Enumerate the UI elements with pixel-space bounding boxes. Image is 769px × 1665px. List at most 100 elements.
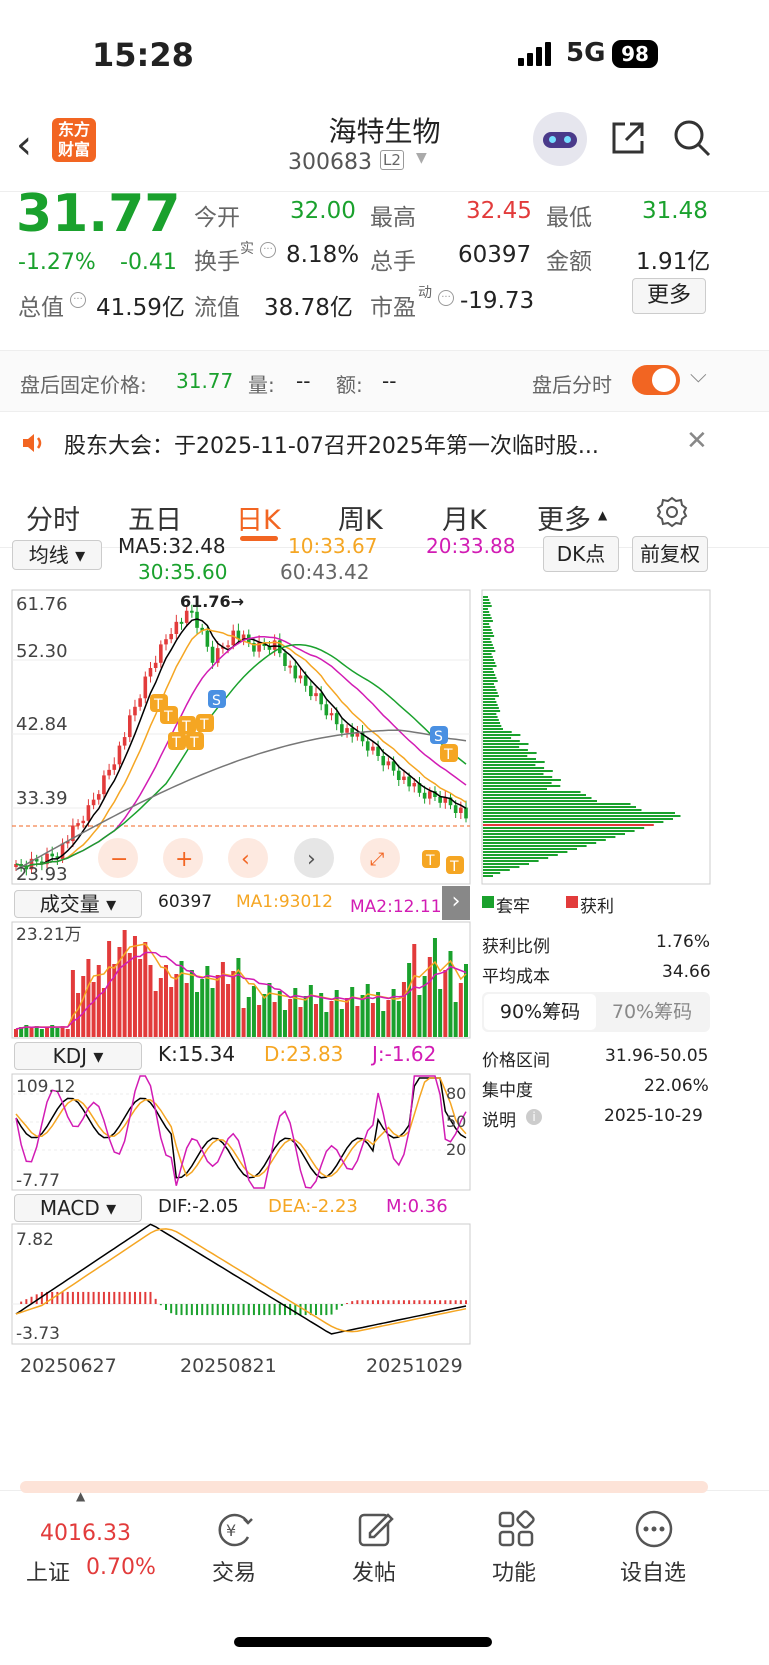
macd-bar (232, 1304, 235, 1316)
macd-bar (366, 1300, 369, 1304)
watchlist-label[interactable]: 设自选 (620, 1555, 686, 1587)
search-icon[interactable] (672, 118, 712, 158)
tab-zhouk[interactable]: 周K (338, 498, 383, 537)
index-change[interactable]: 0.70% (86, 1555, 156, 1580)
chip-bar (483, 704, 498, 706)
macd-bar (82, 1291, 85, 1304)
mktcap-value: 41.59亿 (96, 295, 185, 321)
candle-body (340, 724, 344, 733)
tab-rik[interactable]: 日K (236, 498, 281, 537)
kline-ylabel-0: 61.76 (16, 594, 68, 615)
chip-tab-70[interactable]: 70%筹码 (596, 994, 708, 1030)
gear-icon[interactable] (656, 496, 688, 528)
volume-bar (407, 963, 412, 1037)
candle-body (386, 761, 391, 766)
concentration: 22.06% (644, 1076, 709, 1096)
volume-bar (381, 1011, 386, 1037)
trade-icon[interactable]: ¥ (214, 1509, 254, 1549)
kdj-d: D:23.83 (264, 1042, 344, 1066)
chip-bar (483, 830, 635, 832)
chip-bar (483, 638, 491, 640)
info-icon[interactable]: ··· (438, 290, 454, 306)
volume-bar (355, 1006, 360, 1037)
volume-bar (303, 996, 308, 1037)
tab-yuek[interactable]: 月K (442, 498, 487, 537)
after-hours-label: 盘后固定价格: (20, 373, 147, 397)
macd-bar (402, 1300, 405, 1304)
chip-bar (483, 866, 520, 868)
candle-body (381, 756, 386, 766)
volume-bar (282, 1010, 287, 1037)
chip-bar (483, 854, 558, 856)
bottom-nav: ▲ 4016.33 上证 0.70% ¥ 交易 发帖 功能 设自选 (0, 1481, 769, 1665)
volume-bar (241, 1008, 246, 1037)
chip-bar (483, 743, 529, 745)
chip-bar (483, 800, 597, 802)
share-icon[interactable] (610, 120, 646, 156)
volume-bar (365, 984, 370, 1037)
post-label[interactable]: 发帖 (352, 1555, 396, 1587)
chevron-down-icon[interactable]: ⌵ (690, 363, 707, 388)
more-button[interactable]: 更多 (632, 278, 706, 314)
macd-selector-label: MACD (39, 1196, 100, 1220)
volume-bar (122, 930, 127, 1037)
candle-body (324, 704, 329, 716)
function-icon[interactable] (496, 1509, 536, 1549)
volume-value: 60397 (458, 242, 532, 268)
chip-tab-90[interactable]: 90%筹码 (484, 994, 596, 1030)
change-pct: -1.27% (18, 250, 96, 275)
pe-value: -19.73 (460, 288, 535, 314)
volume-bar (267, 983, 272, 1037)
tab-more[interactable]: 更多 (537, 498, 591, 537)
volume-bar (76, 993, 81, 1037)
chevron-down-icon[interactable]: ▼ (416, 150, 427, 166)
chip-bar (483, 779, 561, 781)
close-icon[interactable]: ✕ (686, 426, 708, 456)
function-label[interactable]: 功能 (492, 1555, 536, 1587)
macd-bar (428, 1300, 431, 1304)
more-dots-icon[interactable] (634, 1509, 674, 1549)
post-icon[interactable] (356, 1509, 396, 1549)
chip-tabs: 90%筹码 70%筹码 (482, 992, 710, 1032)
expand-icon: ⤢ (370, 849, 385, 870)
macd-bar (278, 1304, 281, 1316)
trade-label[interactable]: 交易 (212, 1555, 256, 1587)
info-icon[interactable]: ··· (260, 242, 276, 258)
index-name[interactable]: 上证 (26, 1555, 70, 1587)
tab-fenshi[interactable]: 分时 (26, 498, 80, 537)
chip-bar (483, 719, 499, 721)
chip-bar (483, 728, 503, 730)
chip-bar (483, 782, 552, 784)
macd-bar (351, 1301, 354, 1304)
notice-bar[interactable]: 股东大会：于2025-11-07召开2025年第一次临时股... ✕ (0, 412, 769, 478)
caret-up-icon: ▲ (76, 1489, 86, 1503)
volume-bar (101, 988, 106, 1037)
chip-bar (483, 617, 492, 619)
tab-wuri[interactable]: 五日 (128, 498, 182, 537)
volume-bar (39, 1029, 44, 1037)
after-hours-toggle[interactable] (632, 365, 680, 395)
chip-bar (483, 605, 492, 607)
volume-bar (29, 1028, 34, 1037)
volume-selector[interactable]: 成交量 ▾ (14, 890, 142, 918)
macd-bar (77, 1291, 80, 1304)
after-hours-bar: 盘后固定价格: 31.77 量: -- 额: -- 盘后分时 ⌵ (0, 350, 769, 412)
level-badge[interactable]: L2 (380, 150, 404, 170)
macd-bar (377, 1300, 380, 1304)
concentration-label: 集中度 (482, 1081, 533, 1101)
macd-bar (102, 1291, 105, 1304)
collapse-chip-icon[interactable]: › (442, 886, 470, 920)
robot-assistant-icon[interactable] (533, 112, 587, 166)
macd-selector[interactable]: MACD ▾ (14, 1194, 142, 1222)
index-value[interactable]: 4016.33 (40, 1521, 131, 1546)
info-icon[interactable]: ··· (70, 292, 86, 308)
macd-bar (325, 1304, 328, 1316)
chip-bar (483, 647, 495, 649)
volume-bar (288, 999, 293, 1037)
marker-t: T (199, 717, 209, 733)
active-tab-indicator (240, 536, 278, 541)
info-icon[interactable]: i (526, 1109, 542, 1125)
macd-bar (71, 1291, 74, 1304)
volume-bar (132, 936, 137, 1037)
kdj-selector[interactable]: KDJ ▾ (14, 1042, 142, 1070)
